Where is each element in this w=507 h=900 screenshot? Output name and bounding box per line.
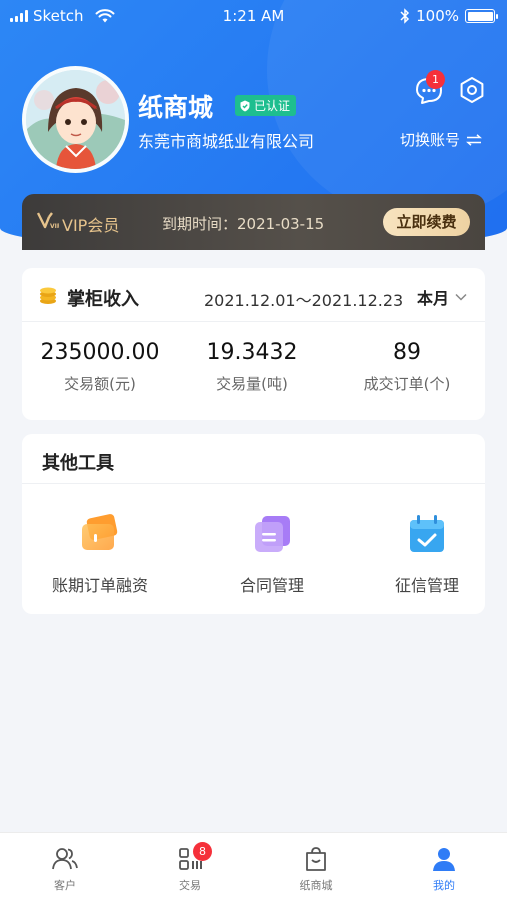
tools-title: 其他工具	[42, 453, 114, 474]
avatar-illustration	[26, 70, 125, 169]
period-select[interactable]: 本月	[417, 285, 467, 309]
status-right: 100%	[400, 7, 498, 25]
tab-mine[interactable]: 我的	[394, 845, 494, 893]
income-date-range: 2021.12.01～2021.12.23	[204, 291, 404, 310]
avatar[interactable]	[22, 66, 129, 173]
renew-button[interactable]: 立即续费	[383, 208, 470, 236]
stat-value: 235000.00	[40, 340, 160, 365]
stat-transaction-amount: 235000.00 交易额(元)	[30, 340, 170, 394]
trade-count-badge: 8	[193, 842, 212, 861]
settings-icon[interactable]	[458, 76, 486, 104]
contract-icon	[255, 516, 290, 552]
vip-membership-bar: VIP VIP会员 到期时间：2021-03-15 立即续费	[22, 194, 485, 250]
tool-label: 账期订单融资	[51, 576, 148, 595]
card-finance-icon	[82, 514, 118, 550]
tools-header: 其他工具	[22, 434, 485, 484]
tab-label: 我的	[433, 879, 455, 892]
period-label: 本月	[417, 289, 450, 308]
message-count-badge: 1	[426, 70, 445, 89]
vip-expire-date: 到期时间：2021-03-15	[162, 215, 325, 233]
status-bar: Sketch 1:21 AM 100%	[0, 0, 507, 32]
verified-badge: 已认证	[235, 95, 297, 116]
coins-icon	[40, 287, 56, 304]
tool-order-financing[interactable]: 账期订单融资	[30, 512, 170, 596]
switch-account-label: 切换账号	[400, 131, 461, 149]
company-full-name: 东莞市商城纸业有限公司	[138, 132, 315, 151]
bluetooth-icon	[400, 8, 410, 24]
income-title: 掌柜收入	[67, 289, 139, 310]
income-card: 掌柜收入 2021.12.01～2021.12.23 本月 235000.00 …	[22, 268, 485, 420]
tab-label: 客户	[54, 879, 76, 892]
tool-contract-management[interactable]: 合同管理	[202, 512, 342, 596]
battery-percent: 100%	[416, 7, 459, 25]
company-short-name: 纸商城	[138, 93, 214, 122]
stat-label: 成交订单(个)	[363, 375, 451, 393]
stat-label: 交易额(元)	[64, 375, 136, 393]
user-icon	[433, 848, 455, 871]
tab-label: 纸商城	[299, 879, 333, 892]
shopping-bag-icon	[306, 847, 326, 871]
verified-shield-icon	[240, 100, 250, 111]
verified-label: 已认证	[254, 99, 291, 113]
customers-icon	[52, 848, 78, 870]
bottom-tab-bar: 客户 8 交易 纸商城 我的	[0, 832, 507, 900]
chevron-down-icon	[455, 293, 467, 301]
switch-account-button[interactable]: 切换账号	[400, 129, 482, 150]
tool-credit-management[interactable]: 征信管理	[357, 512, 497, 596]
vip-logo-icon: VIP	[37, 212, 59, 229]
tab-label: 交易	[179, 879, 201, 892]
income-header: 掌柜收入 2021.12.01～2021.12.23 本月	[22, 268, 485, 322]
stat-value: 89	[393, 340, 421, 365]
vip-label: VIP会员	[62, 216, 120, 235]
svg-text:VIP: VIP	[50, 223, 59, 229]
calendar-check-icon	[410, 515, 444, 552]
tab-paper-mall[interactable]: 纸商城	[266, 845, 366, 893]
stat-label: 交易量(吨)	[216, 375, 288, 393]
stat-value: 19.3432	[206, 340, 298, 365]
stat-transaction-volume: 19.3432 交易量(吨)	[182, 340, 322, 394]
tools-card: 其他工具 账期订单融资 合同管理 征信管理	[22, 434, 485, 614]
swap-arrows-icon	[466, 133, 482, 146]
battery-icon	[465, 9, 498, 23]
stat-order-count: 89 成交订单(个)	[337, 340, 477, 394]
tab-customers[interactable]: 客户	[15, 845, 115, 893]
tab-trade[interactable]: 8 交易	[140, 842, 240, 893]
tool-label: 合同管理	[239, 576, 304, 595]
tool-label: 征信管理	[394, 576, 459, 595]
